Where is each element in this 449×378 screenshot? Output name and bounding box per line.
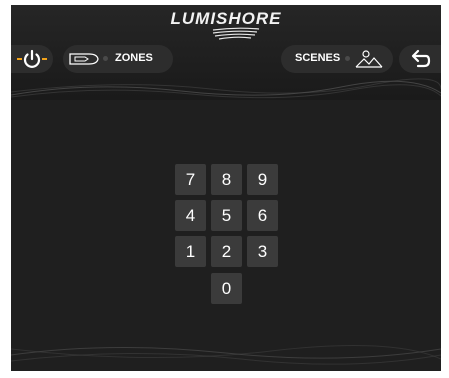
numeric-keypad: 7 8 9 4 5 6 1 2 3 0 [11, 5, 441, 371]
key-5[interactable]: 5 [211, 200, 242, 231]
lumishore-screen: LUMISHORE ZONES SCENES 7 8 9 4 5 6 1 2 3… [11, 5, 441, 371]
key-2[interactable]: 2 [211, 236, 242, 267]
footer-wave-decoration [11, 345, 441, 365]
key-0[interactable]: 0 [211, 273, 242, 304]
key-8[interactable]: 8 [211, 164, 242, 195]
key-7[interactable]: 7 [175, 164, 206, 195]
key-3[interactable]: 3 [247, 236, 278, 267]
key-6[interactable]: 6 [247, 200, 278, 231]
key-4[interactable]: 4 [175, 200, 206, 231]
key-9[interactable]: 9 [247, 164, 278, 195]
key-1[interactable]: 1 [175, 236, 206, 267]
